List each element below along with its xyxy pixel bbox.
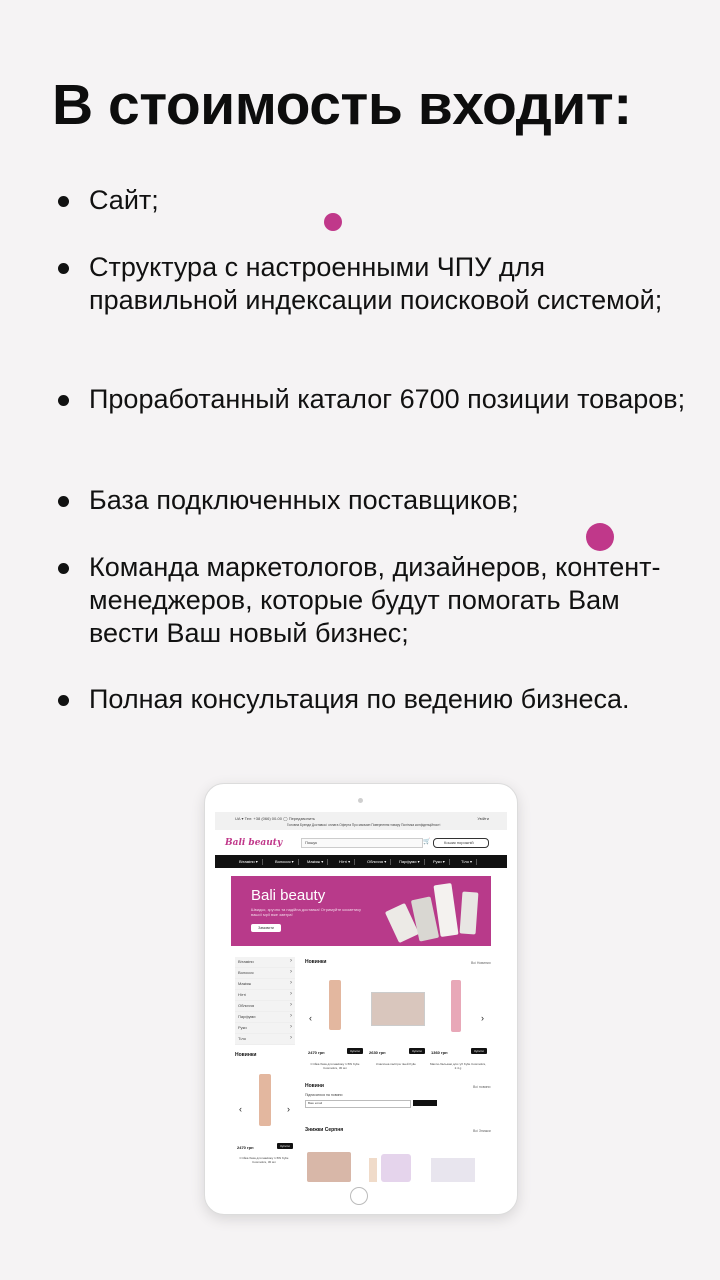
home-button: [350, 1187, 368, 1205]
page-title: В стоимость входит:: [52, 73, 632, 137]
menu-item: Обличчя ▾: [363, 859, 392, 865]
subscribe-input: Ваш email: [305, 1100, 411, 1108]
sidebar-item: Нігті ›: [235, 990, 295, 1001]
banner-button: Замовити: [251, 924, 281, 932]
buy-button: Купити: [409, 1048, 425, 1054]
sidebar-item: Вітаміни ›: [235, 957, 295, 968]
chevron-right-icon: ›: [290, 1002, 292, 1008]
chevron-right-icon: ›: [290, 1024, 292, 1030]
chevron-right-icon: ›: [290, 969, 292, 975]
hero-banner: Bali beauty Швидко, зручно та надійна до…: [231, 876, 491, 946]
list-item: Полная консультация по ведению бизнеса.: [58, 683, 689, 716]
see-all-link: Всі Новинки: [471, 961, 491, 965]
subscribe-button: [413, 1100, 437, 1106]
menu-item: Парфуми ▾: [395, 859, 425, 865]
topbar-links: Головна Бренди Доставка і оплата Оферта …: [287, 823, 441, 827]
topbar-contacts: UA ▾ Тел: +38 (066) 00-00 ◯ Передзвонить: [235, 816, 316, 821]
cart-status-label: Кошик порожній: [444, 840, 474, 845]
banner-subtitle: Швидко, зручно та надійна доставка! Отри…: [251, 907, 362, 917]
menu-item: Тіло ▾: [457, 859, 478, 865]
product-image: [307, 1152, 351, 1182]
list-item: База подключенных поставщиков;: [58, 484, 689, 517]
site-menu: Вітаміни ▾ Волосся ▾ Макіяж ▾ Нігті ▾ Об…: [215, 855, 507, 868]
sidebar-item: Обличчя ›: [235, 1001, 295, 1012]
tablet-mockup: UA ▾ Тел: +38 (066) 00-00 ◯ Передзвонить…: [204, 783, 518, 1215]
product-image: [451, 980, 461, 1032]
sidebar-item-label: Руки: [238, 1025, 247, 1030]
section-title: Новинки: [305, 959, 327, 965]
sidebar-item: Руки ›: [235, 1023, 295, 1034]
sidebar-item-label: Обличчя: [238, 1003, 255, 1008]
product-name: Класична палітра тіней Kylie: [376, 1062, 416, 1066]
chevron-left-icon: ‹: [239, 1104, 242, 1114]
decorative-dot: [586, 523, 614, 551]
product-name: Стійка база для макіяжу 1.5W Kylie Cosme…: [239, 1156, 289, 1164]
chevron-left-icon: ‹: [309, 1013, 312, 1023]
product-image: [369, 1158, 377, 1182]
product-price: 2470 грн: [237, 1145, 254, 1150]
buy-button: Купити: [347, 1048, 363, 1054]
menu-item: Руки ▾: [429, 859, 450, 865]
section-title: Знижки Серпня: [305, 1127, 344, 1133]
topbar-login: Увійти: [477, 816, 489, 821]
sidebar-item-label: Волосся: [238, 970, 254, 975]
sidebar-item-label: Тіло: [238, 1036, 246, 1041]
banner-title: Bali beauty: [251, 887, 326, 904]
sidebar-item-label: Нігті: [238, 992, 246, 997]
chevron-right-icon: ›: [481, 1013, 484, 1023]
site-search: Пошук: [301, 838, 423, 848]
menu-item: Волосся ▾: [271, 859, 299, 865]
menu-item: Макіяж ▾: [303, 859, 329, 865]
chevron-right-icon: ›: [290, 980, 292, 986]
product-image: [259, 1074, 271, 1126]
product-image: [329, 980, 341, 1030]
product-price: 2630 грн: [369, 1050, 386, 1055]
website-screenshot: UA ▾ Тел: +38 (066) 00-00 ◯ Передзвонить…: [215, 812, 507, 1182]
see-all-link: Всі Знижки: [473, 1129, 491, 1133]
list-item: Проработанный каталог 6700 позиции товар…: [58, 383, 689, 416]
list-item: Команда маркетологов, дизайнеров, контен…: [58, 551, 689, 650]
cart-icon: 🛒: [423, 839, 431, 845]
cart-status: Кошик порожній: [433, 838, 489, 848]
sidebar-item: Волосся ›: [235, 968, 295, 979]
product-image: [371, 992, 425, 1026]
section-title: Новини: [305, 1083, 324, 1089]
site-logo: Bali beauty: [225, 838, 283, 848]
product-name: Масло-бальзам для губ Kylie Cosmetics, 2…: [429, 1062, 487, 1070]
product-image: [459, 891, 479, 935]
product-image: [431, 1158, 475, 1182]
site-topbar: UA ▾ Тел: +38 (066) 00-00 ◯ Передзвонить…: [215, 812, 507, 830]
search-placeholder: Пошук: [305, 840, 318, 845]
chevron-right-icon: ›: [287, 1104, 290, 1114]
chevron-right-icon: ›: [290, 1035, 292, 1041]
sidebar-item: Тіло ›: [235, 1034, 295, 1045]
product-image: [381, 1154, 411, 1182]
camera-dot: [358, 798, 363, 803]
product-price: 2470 грн: [308, 1050, 325, 1055]
subscribe-placeholder: Ваш email: [308, 1101, 323, 1105]
chevron-right-icon: ›: [290, 991, 292, 997]
product-name: Стійка база для макіяжу 1.5W Kylie Cosme…: [310, 1062, 360, 1070]
buy-button: Купити: [471, 1048, 487, 1054]
menu-item: Нігті ▾: [335, 859, 356, 865]
sidebar-item-label: Вітаміни: [238, 959, 254, 964]
sidebar-item: Макіяж ›: [235, 979, 295, 990]
subscribe-label: Підписатися на новини: [305, 1093, 343, 1097]
sidebar-item-label: Парфуми: [238, 1014, 256, 1019]
sidebar-item: Парфуми ›: [235, 1012, 295, 1023]
list-item: Сайт;: [58, 184, 689, 217]
category-sidebar: Вітаміни › Волосся › Макіяж › Нігті › Обличч…: [235, 957, 295, 1045]
sidebar-section-title: Новинки: [235, 1052, 257, 1058]
chevron-right-icon: ›: [290, 958, 292, 964]
buy-button: Купити: [277, 1143, 293, 1149]
menu-item: Вітаміни ▾: [235, 859, 263, 865]
see-all-link: Всі новини: [473, 1085, 491, 1089]
list-item: Структура с настроенными ЧПУ для правиль…: [58, 251, 689, 317]
sidebar-item-label: Макіяж: [238, 981, 252, 986]
product-price: 1360 грн: [431, 1050, 448, 1055]
chevron-right-icon: ›: [290, 1013, 292, 1019]
